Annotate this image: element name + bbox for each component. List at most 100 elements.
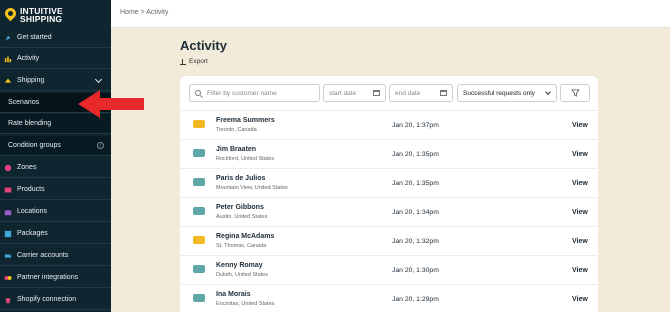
end-date-placeholder: end date xyxy=(395,89,421,97)
request-date: Jan 20, 1:34pm xyxy=(392,209,439,216)
activity-icon xyxy=(4,56,12,62)
search-icon xyxy=(195,90,201,96)
sidebar-item-label: Condition groups xyxy=(8,142,61,149)
sidebar-item-get-started[interactable]: Get started xyxy=(0,28,111,48)
sidebar-item-label: Partner integrations xyxy=(17,274,79,281)
customer-name: Kenny Romay xyxy=(216,262,263,269)
customer-name: Paris de Julios xyxy=(216,175,266,182)
table-row[interactable]: Paris de Julios Mountain View, United St… xyxy=(180,168,598,197)
search-placeholder: Filter by customer name xyxy=(207,89,277,97)
customer-location: Encinitas, United States xyxy=(216,301,275,307)
end-date-field[interactable]: end date xyxy=(389,84,453,102)
sidebar-item-label: Carrier accounts xyxy=(17,252,69,259)
request-date: Jan 20, 1:29pm xyxy=(392,296,439,303)
export-button[interactable]: Export xyxy=(180,58,208,65)
status-select[interactable]: Successful requests only xyxy=(457,84,557,102)
sidebar-item-locations[interactable]: Locations xyxy=(0,202,111,222)
brand-logo[interactable]: INTUITIVE SHIPPING xyxy=(0,0,111,30)
customer-name: Peter Gibbons xyxy=(216,204,264,211)
customer-location: Mountain View, United States xyxy=(216,185,288,191)
usa-flag-icon xyxy=(193,149,205,157)
customer-location: Rockford, United States xyxy=(216,156,275,162)
start-date-field[interactable]: start date xyxy=(323,84,386,102)
customer-location: Duluth, United States xyxy=(216,272,268,278)
canada-flag-icon xyxy=(193,236,205,244)
packages-icon xyxy=(4,230,12,237)
customer-location: Austin, United States xyxy=(216,214,268,220)
customer-name: Jim Braaten xyxy=(216,146,257,153)
view-link[interactable]: View xyxy=(572,180,588,187)
customer-location: St. Thomas, Canada xyxy=(216,243,267,249)
filter-button[interactable] xyxy=(560,84,590,102)
red-arrow-icon xyxy=(78,90,144,118)
zones-icon xyxy=(4,164,12,171)
status-select-value: Successful requests only xyxy=(463,89,535,97)
partner-icon xyxy=(4,275,12,280)
sidebar-item-products[interactable]: Products xyxy=(0,180,111,200)
sidebar-item-carrier-accounts[interactable]: Carrier accounts xyxy=(0,246,111,266)
export-label: Export xyxy=(189,58,208,65)
table-row[interactable]: Peter Gibbons Austin, United States Jan … xyxy=(180,197,598,226)
request-date: Jan 20, 1:35pm xyxy=(392,180,439,187)
view-link[interactable]: View xyxy=(572,238,588,245)
sidebar-item-shopify-connection[interactable]: Shopify connection xyxy=(0,290,111,310)
table-row[interactable]: Ina Morais Encinitas, United States Jan … xyxy=(180,284,598,312)
shipping-icon xyxy=(4,78,12,83)
info-icon[interactable]: i xyxy=(97,142,104,149)
sidebar: INTUITIVE SHIPPING Get started Activity … xyxy=(0,0,111,312)
sidebar-item-packages[interactable]: Packages xyxy=(0,224,111,244)
location-pin-icon xyxy=(2,5,19,23)
sidebar-item-label: Locations xyxy=(17,208,47,215)
sidebar-item-shipping[interactable]: Shipping xyxy=(0,71,111,91)
start-date-placeholder: start date xyxy=(329,89,357,97)
activity-card: Filter by customer name start date end d… xyxy=(180,76,598,312)
export-icon xyxy=(180,58,186,65)
filter-bar: Filter by customer name start date end d… xyxy=(189,84,590,102)
customer-name: Ina Morais xyxy=(216,291,251,298)
sidebar-item-label: Packages xyxy=(17,230,48,237)
sidebar-item-label: Rate blending xyxy=(8,120,52,127)
sidebar-item-label: Products xyxy=(17,186,45,193)
view-link[interactable]: View xyxy=(572,122,588,129)
request-date: Jan 20, 1:30pm xyxy=(392,267,439,274)
breadcrumb[interactable]: Home > Activity xyxy=(120,9,168,16)
view-link[interactable]: View xyxy=(572,209,588,216)
locations-icon xyxy=(4,209,12,215)
sidebar-item-label: Zones xyxy=(17,164,37,171)
sidebar-item-zones[interactable]: Zones xyxy=(0,158,111,178)
view-link[interactable]: View xyxy=(572,296,588,303)
chevron-down-icon xyxy=(94,75,103,83)
top-bar: Home > Activity xyxy=(111,0,670,28)
table-row[interactable]: Freema Summers Toronto, Canada Jan 20, 1… xyxy=(180,110,598,139)
sidebar-item-partner-integrations[interactable]: Partner integrations xyxy=(0,268,111,288)
sidebar-item-label: Get started xyxy=(17,34,52,41)
calendar-icon xyxy=(373,90,380,96)
chevron-down-icon xyxy=(545,89,551,95)
table-row[interactable]: Kenny Romay Duluth, United States Jan 20… xyxy=(180,255,598,284)
request-date: Jan 20, 1:37pm xyxy=(392,122,439,129)
request-date: Jan 20, 1:35pm xyxy=(392,151,439,158)
search-input[interactable]: Filter by customer name xyxy=(189,84,320,102)
usa-flag-icon xyxy=(193,178,205,186)
brand-name: INTUITIVE SHIPPING xyxy=(20,5,63,24)
sidebar-item-condition-groups[interactable]: Condition groups i xyxy=(0,136,111,156)
customer-name: Freema Summers xyxy=(216,117,275,124)
sidebar-item-label: Shipping xyxy=(17,77,45,84)
canada-flag-icon xyxy=(193,120,205,128)
table-row[interactable]: Jim Braaten Rockford, United States Jan … xyxy=(180,139,598,168)
calendar-icon xyxy=(440,90,447,96)
sidebar-item-label: Activity xyxy=(17,55,40,62)
table-row[interactable]: Regina McAdams St. Thomas, Canada Jan 20… xyxy=(180,226,598,255)
truck-icon xyxy=(4,253,12,258)
usa-flag-icon xyxy=(193,265,205,273)
customer-name: Regina McAdams xyxy=(216,233,275,240)
products-icon xyxy=(4,187,12,192)
sidebar-item-activity[interactable]: Activity xyxy=(0,49,111,69)
request-date: Jan 20, 1:32pm xyxy=(392,238,439,245)
page-title: Activity xyxy=(180,38,227,53)
view-link[interactable]: View xyxy=(572,267,588,274)
view-link[interactable]: View xyxy=(572,151,588,158)
shopify-icon xyxy=(5,297,11,303)
funnel-icon xyxy=(570,89,580,97)
usa-flag-icon xyxy=(193,294,205,302)
